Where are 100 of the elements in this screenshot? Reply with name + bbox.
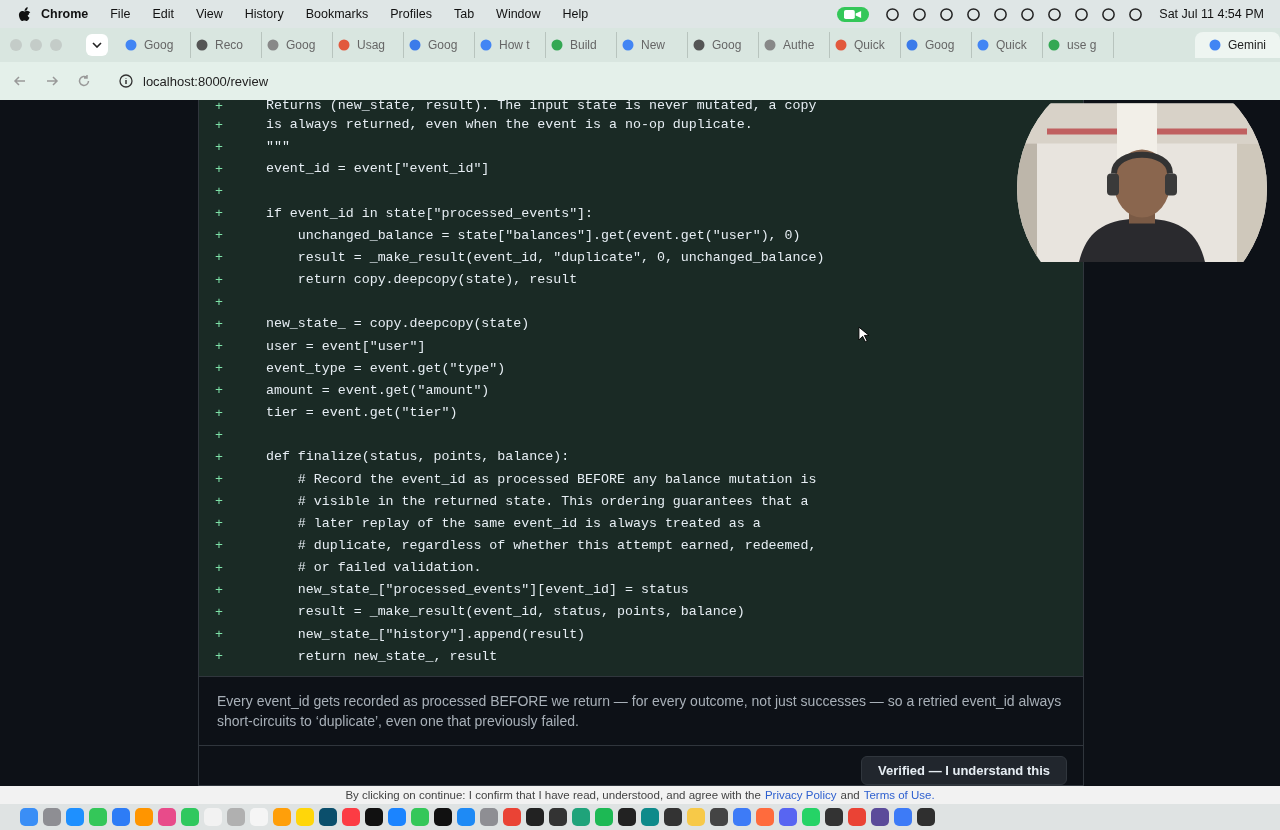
browser-tab[interactable]: Goog [120,32,191,58]
info-icon[interactable] [119,74,133,88]
added-line-marker: + [215,100,224,114]
app-menu[interactable]: Chrome [41,7,89,21]
status-icon[interactable] [912,6,928,22]
code-line: # later replay of the same event_id is always treated as a [296,515,761,532]
code-line: amount = event.get("amount") [264,382,490,399]
browser-tab[interactable]: How t [475,32,546,58]
code-line: new_state_["processed_events"][event_id] = status [296,582,689,599]
status-icon[interactable] [1101,6,1117,22]
added-line-marker: + [215,294,224,310]
status-icon[interactable] [966,6,982,22]
added-line-marker: + [215,538,224,554]
browser-tab[interactable]: Reco [191,32,262,58]
verify-button[interactable]: Verified — I understand this [861,756,1067,785]
browser-tab[interactable]: Goog [404,32,475,58]
app-icon[interactable] [526,808,544,826]
menu-item[interactable]: Edit [152,7,174,21]
app-icon[interactable] [365,808,383,826]
site-icon [906,39,918,51]
browser-tab[interactable]: New [617,32,688,58]
menu-item[interactable]: Profiles [390,7,432,21]
reload-icon[interactable] [77,74,91,88]
status-icon[interactable] [1128,6,1144,22]
forward-icon[interactable] [45,74,59,88]
added-line-marker: + [215,604,224,620]
site-icon [267,39,279,51]
terms-link[interactable]: Terms of Use. [863,789,935,801]
code-line: # duplicate, regardless of whether this attempt earned, redeemed, [296,537,817,554]
status-icon[interactable] [1047,6,1063,22]
privacy-policy-link[interactable]: Privacy Policy [764,789,837,801]
site-icon [764,39,776,51]
browser-tab[interactable]: Goog [688,32,759,58]
code-line: event_type = event.get("type") [264,360,506,377]
added-line-marker: + [215,228,224,244]
browser-tab[interactable]: Quick [830,32,901,58]
menu-item[interactable]: View [195,7,223,21]
status-icon[interactable] [1020,6,1036,22]
browser-tab[interactable]: Build [546,32,617,58]
added-line-marker: + [215,627,224,643]
app-icon[interactable] [434,808,452,826]
menu-item[interactable]: Help [562,7,589,21]
menu-item[interactable]: Bookmarks [305,7,369,21]
app-icon[interactable] [618,808,636,826]
apple-icon[interactable] [18,6,31,22]
tab-list-button[interactable] [86,34,108,56]
added-line-marker: + [215,494,224,510]
code-line: user = event["user"] [264,338,426,355]
code-line: """ [264,139,290,156]
menu-item[interactable]: Tab [453,7,475,21]
status-icon[interactable] [885,6,901,22]
app-icon[interactable] [664,808,682,826]
code-line: return copy.deepcopy(state), result [296,272,578,289]
consent-text: By clicking on continue: I confirm that I have read, understood, and agree with the [345,789,761,801]
code-line: def finalize(status, points, balance): [264,449,570,466]
site-icon [622,39,634,51]
added-line-marker: + [215,427,224,443]
back-icon[interactable] [13,74,27,88]
browser-tab[interactable]: Goog [901,32,972,58]
code-line: if event_id in state["processed_events"]: [264,205,594,222]
camera-icon[interactable] [837,6,870,22]
app-icon[interactable] [319,808,337,826]
menu-item[interactable]: File [110,7,131,21]
site-icon [693,39,705,51]
status-icon[interactable] [939,6,955,22]
code-line: # visible in the returned state. This ordering guarantees that a [296,493,809,510]
status-icon[interactable] [1074,6,1090,22]
browser-tab[interactable]: Usag [333,32,404,58]
added-line-marker: + [215,161,224,177]
browser-tab[interactable]: Quick [972,32,1043,58]
code-line: new_state_["history"].append(result) [296,626,586,643]
app-icon[interactable] [917,808,935,826]
browser-tab[interactable]: use g [1043,32,1114,58]
menu-item[interactable]: History [244,7,284,21]
site-icon [1048,39,1060,51]
menu-item[interactable]: Window [496,7,541,21]
browser-tab[interactable]: Goog [262,32,333,58]
code-line: unchanged_balance = state["balances"].get(event.get("user"), 0) [296,227,801,244]
added-line-marker: + [215,472,224,487]
mouse-pointer-icon [858,326,869,343]
app-icon[interactable] [825,808,843,826]
code-line: result = _make_result(event_id, "duplicate", 0, unchanged_balance) [296,249,825,266]
browser-tab[interactable]: Gemini [1195,32,1280,58]
added-line-marker: + [215,139,224,155]
status-icon[interactable] [993,6,1009,22]
app-icon[interactable] [710,808,728,826]
added-line-marker: + [215,383,224,399]
app-icon[interactable] [549,808,567,826]
code-line: event_id = event["event_id"] [264,161,490,178]
code-line: result = _make_result(event_id, status, points, balance) [296,604,745,621]
added-line-marker: + [215,250,224,266]
review-note: Every event_id gets recorded as processed BEFORE we return — for every outcome, not just successes — so a retried event_id always short-circuits to ‘duplicate’, even one that previously failed. [217,693,1062,729]
added-line-marker: + [215,449,224,465]
added-line-marker: + [215,361,224,377]
added-line-marker: + [215,117,224,133]
browser-tab[interactable]: Authe [759,32,830,58]
site-icon [409,39,421,51]
site-icon [125,39,137,51]
added-line-marker: + [215,405,224,421]
code-line: # Record the event_id as processed BEFORE any balance mutation is [296,471,817,488]
